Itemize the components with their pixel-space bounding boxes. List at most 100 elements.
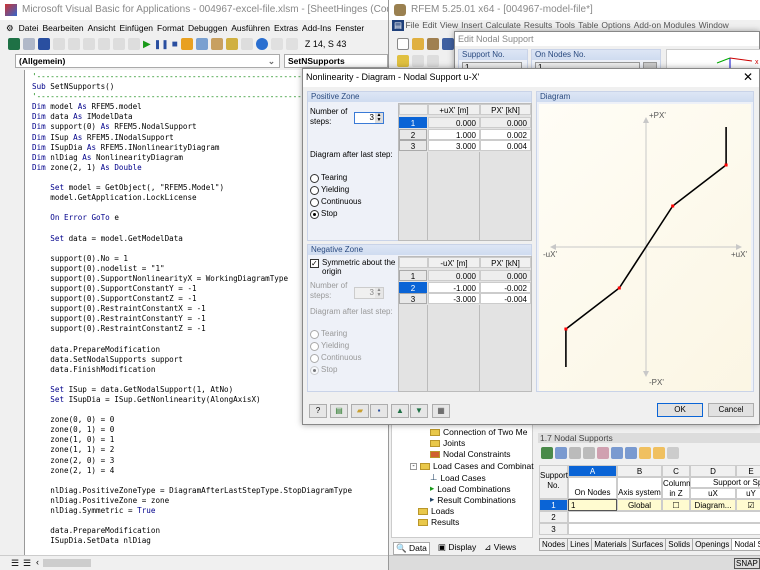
table-tool-icon[interactable] (569, 447, 581, 459)
negative-radio-tearing[interactable]: Tearing (310, 329, 347, 339)
member-icon[interactable] (427, 55, 439, 67)
menu-add-on[interactable]: Add-on Modules (632, 20, 697, 30)
print-icon[interactable] (427, 38, 439, 50)
view-procedure-icon[interactable]: ☰ (11, 558, 19, 569)
sheet-tab-nodal-supports[interactable]: Nodal Supports (731, 538, 760, 551)
tree-item[interactable]: Loads (418, 506, 454, 516)
sheet-tab-materials[interactable]: Materials (591, 538, 629, 551)
cell-ux[interactable]: Diagram... (690, 499, 736, 511)
object-browser-icon[interactable] (226, 38, 238, 50)
table-tool-icon[interactable] (555, 447, 567, 459)
horizontal-scrollbar[interactable]: ☰ ☰ ‹ (0, 555, 388, 570)
tab-display[interactable]: ▣ Display (438, 542, 476, 555)
col-letter-b[interactable]: B (617, 465, 662, 477)
tree-item[interactable]: Nodal Constraints (430, 449, 511, 459)
table-tool-icon[interactable] (541, 447, 553, 459)
menu-window[interactable]: Window (697, 20, 730, 30)
row-number[interactable]: 2 (539, 511, 568, 523)
menu-insert[interactable]: Insert (460, 20, 484, 30)
empty-row-cells[interactable] (568, 523, 760, 535)
menu-add-ins[interactable]: Add-Ins (300, 23, 333, 33)
object-dropdown[interactable]: (Allgemein) ⌄ (15, 54, 280, 68)
col-letter-a[interactable]: A (568, 465, 617, 477)
positive-radio-continuous[interactable]: Continuous (310, 197, 361, 207)
procedure-dropdown[interactable]: SetNSupports (284, 54, 388, 68)
menu-fenster[interactable]: Fenster (333, 23, 366, 33)
close-icon[interactable]: ✕ (743, 70, 753, 84)
sheet-tab-openings[interactable]: Openings (692, 538, 732, 551)
find-icon[interactable] (98, 38, 110, 50)
run-icon[interactable]: ▶ (143, 39, 151, 50)
model-icon[interactable] (442, 38, 454, 50)
negative-zone-table[interactable]: -uX' [m]PX' [kN]10.0000.0002-1.000-0.002… (398, 256, 532, 392)
menu-calculate[interactable]: Calculate (484, 20, 522, 30)
row-header[interactable]: 3 (399, 293, 427, 304)
code-line[interactable] (25, 476, 388, 486)
sheet-tab-nodes[interactable]: Nodes (539, 538, 568, 551)
cell-u[interactable]: 1.000 (428, 129, 480, 140)
cell-p[interactable]: 0.000 (480, 117, 531, 128)
excel-icon[interactable] (8, 38, 20, 50)
insert-form-icon[interactable] (23, 38, 35, 50)
menu-ausfuehren[interactable]: Ausführen (229, 23, 272, 33)
code-line[interactable]: zone(1, 1) = 2 (25, 445, 388, 455)
copy-icon[interactable] (68, 38, 80, 50)
menu-tools[interactable]: Tools (554, 20, 577, 30)
cell-axis[interactable]: Global X,Y,Z (617, 499, 662, 511)
code-line[interactable]: zone(1, 0) = 1 (25, 435, 388, 445)
cell-uy-checkbox[interactable]: ☑ (736, 499, 760, 511)
negative-steps-spinner[interactable]: 3 ▲▼ (354, 287, 384, 299)
calculator-button[interactable]: ▦ (432, 404, 450, 418)
undo-icon[interactable] (113, 38, 125, 50)
code-line[interactable]: zone(2, 1) = 4 (25, 466, 388, 476)
menu-ansicht[interactable]: Ansicht (86, 23, 118, 33)
table-tool-icon[interactable] (653, 447, 665, 459)
table-tool-icon[interactable] (667, 447, 679, 459)
design-mode-icon[interactable] (181, 38, 193, 50)
menu-debuggen[interactable]: Debuggen (186, 23, 229, 33)
scrollbar-thumb[interactable] (43, 559, 91, 567)
open-file-icon[interactable] (412, 38, 424, 50)
menu-results[interactable]: Results (522, 20, 553, 30)
scroll-left-icon[interactable]: ‹ (36, 557, 39, 567)
collapse-icon[interactable]: - (410, 463, 417, 470)
negative-radio-stop[interactable]: Stop (310, 365, 337, 375)
export-excel-button[interactable]: ▼ (410, 404, 428, 418)
sheet-tab-solids[interactable]: Solids (665, 538, 693, 551)
spinner-arrows-icon[interactable]: ▲▼ (375, 113, 383, 123)
code-line[interactable]: zone(0, 1) = 0 (25, 425, 388, 435)
col-letter-d[interactable]: D (690, 465, 736, 477)
cell-u[interactable]: 0.000 (428, 117, 480, 128)
negative-radio-continuous[interactable]: Continuous (310, 353, 361, 363)
menu-bearbeiten[interactable]: Bearbeiten (40, 23, 85, 33)
properties-icon[interactable] (211, 38, 223, 50)
row-number[interactable]: 1 (539, 499, 568, 511)
cell-column-checkbox[interactable]: ☐ (662, 499, 690, 511)
tree-item[interactable]: ⊥Load Cases (430, 472, 486, 483)
col-letter-e[interactable]: E (736, 465, 760, 477)
open-button[interactable]: ▰ (351, 404, 369, 418)
tree-item[interactable]: ▸Load Combinations (430, 483, 511, 494)
cell-u[interactable]: 3.000 (428, 140, 480, 151)
snap-toggle[interactable]: SNAP (734, 558, 760, 569)
menu-extras[interactable]: Extras (272, 23, 300, 33)
new-file-icon[interactable] (397, 38, 409, 50)
paste-icon[interactable] (83, 38, 95, 50)
menu-file[interactable]: File (404, 20, 421, 30)
code-line[interactable]: nlDiag.Symmetric = True (25, 506, 388, 516)
cell-p[interactable]: 0.004 (480, 140, 531, 151)
cell-p[interactable]: 0.000 (480, 270, 531, 281)
code-line[interactable]: data.PrepareModification (25, 526, 388, 536)
menu-table[interactable]: Table (577, 20, 600, 30)
cancel-button[interactable]: Cancel (708, 403, 754, 417)
negative-radio-yielding[interactable]: Yielding (310, 341, 349, 351)
tab-views[interactable]: ⊿ Views (484, 542, 516, 555)
code-line[interactable]: ISupDia.SetData nlDiag (25, 536, 388, 546)
spinner-arrows-icon[interactable]: ▲▼ (375, 288, 383, 298)
table-tool-icon[interactable] (611, 447, 623, 459)
code-line[interactable]: zone(2, 0) = 3 (25, 456, 388, 466)
row-number[interactable]: 3 (539, 523, 568, 535)
tree-item[interactable]: Joints (430, 438, 465, 448)
tree-item[interactable]: Connection of Two Me (430, 427, 527, 437)
node-icon[interactable] (397, 55, 409, 67)
